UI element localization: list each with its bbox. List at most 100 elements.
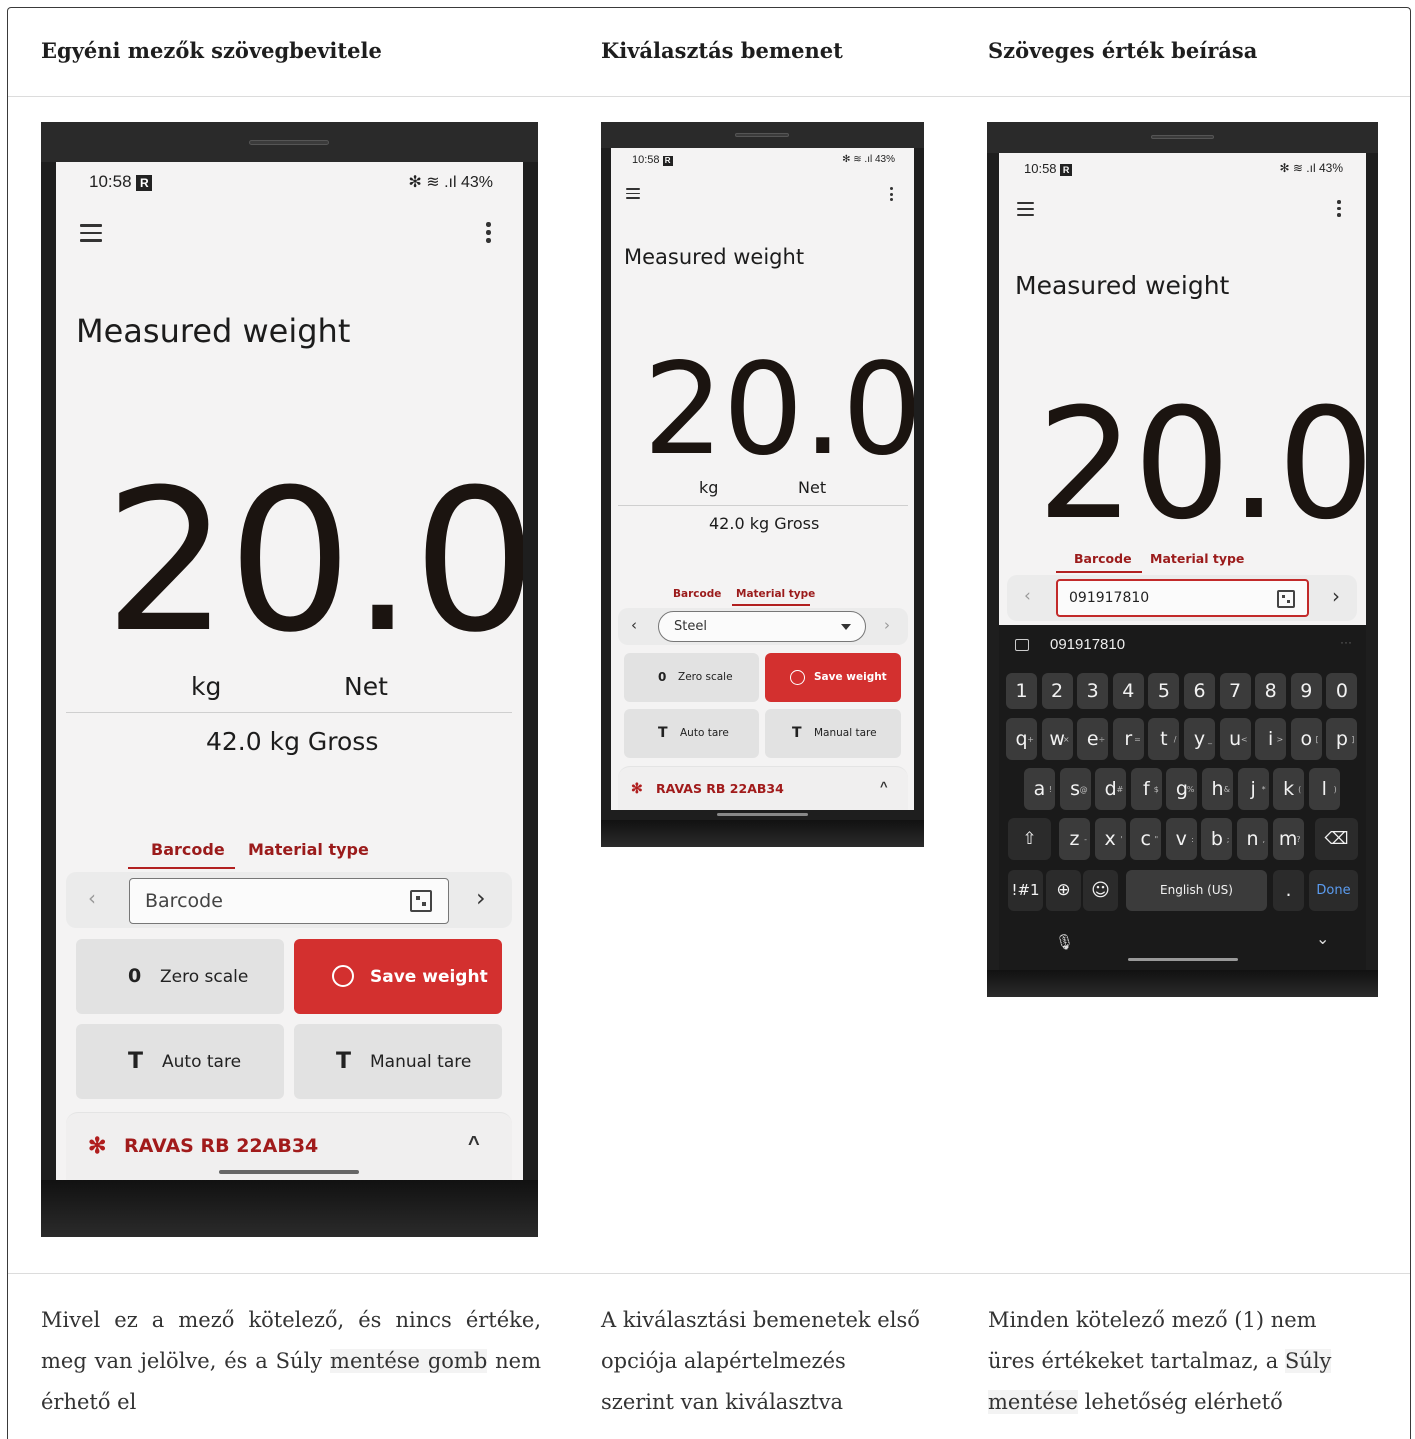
page-title: Measured weight <box>76 312 351 350</box>
backspace-icon[interactable]: ⌫ <box>1315 818 1358 860</box>
manual-tare-button[interactable]: T Manual tare <box>294 1024 502 1099</box>
letter-key-b[interactable]: b; <box>1201 818 1233 860</box>
letter-key-t[interactable]: t / <box>1148 718 1180 760</box>
letter-key-y[interactable]: y _ <box>1184 718 1215 760</box>
shift-key[interactable]: ⇧ <box>1008 818 1051 860</box>
chevron-left-icon[interactable]: ‹ <box>88 886 96 910</box>
letter-key-e[interactable]: e ÷ <box>1077 718 1109 760</box>
letter-key-a[interactable]: a! <box>1024 768 1055 810</box>
number-key-9[interactable]: 9 <box>1290 673 1322 709</box>
letter-key-l[interactable]: l) <box>1308 768 1340 810</box>
chevron-right-icon[interactable]: › <box>884 616 890 634</box>
number-key-7[interactable]: 7 <box>1219 673 1251 709</box>
letter-key-r[interactable]: r = <box>1112 718 1144 760</box>
add-circle-icon <box>332 965 354 987</box>
number-key-4[interactable]: 4 <box>1112 673 1144 709</box>
save-weight-label: Save weight <box>370 967 488 987</box>
status-icons: ✻ ≋ .ıl 43% <box>1279 161 1343 175</box>
save-weight-button[interactable]: Save weight <box>294 939 502 1014</box>
letter-key-c[interactable]: c " <box>1130 818 1162 860</box>
save-weight-button[interactable]: Save weight <box>765 653 901 702</box>
chevron-left-icon[interactable]: ‹ <box>1024 586 1031 606</box>
number-key-8[interactable]: 8 <box>1255 673 1287 709</box>
letter-key-d[interactable]: d # <box>1095 768 1127 810</box>
status-time: 10:58 <box>1024 161 1057 176</box>
more-options-icon[interactable] <box>1337 200 1341 217</box>
period-key[interactable]: . <box>1273 870 1304 911</box>
weight-mode: Net <box>344 672 388 701</box>
device-connection-bar[interactable]: ✻ RAVAS RB 22AB34 ^ <box>618 766 908 810</box>
menu-icon[interactable] <box>80 224 102 242</box>
microphone-icon[interactable]: 🎙 <box>1055 933 1074 951</box>
letter-key-p[interactable]: p] <box>1326 718 1358 760</box>
save-weight-label: Save weight <box>814 671 887 683</box>
r-app-icon: R <box>1060 164 1073 176</box>
letter-key-m[interactable]: m? <box>1272 818 1304 860</box>
hide-keyboard-icon[interactable]: ⌄ <box>1316 929 1329 949</box>
header-divider <box>8 96 1410 97</box>
tab-barcode[interactable]: Barcode <box>673 588 721 600</box>
letter-key-q[interactable]: q + <box>1006 718 1037 760</box>
chevron-up-icon[interactable]: ^ <box>880 779 888 794</box>
barcode-input[interactable]: 091917810 <box>1056 579 1309 617</box>
material-select[interactable]: Steel <box>658 611 866 642</box>
letter-key-i[interactable]: i > <box>1255 718 1287 760</box>
barcode-input[interactable]: Barcode <box>129 878 449 924</box>
number-key-1[interactable]: 1 <box>1006 673 1037 709</box>
letter-key-o[interactable]: o[ <box>1290 718 1322 760</box>
more-suggestions-icon[interactable]: ··· <box>1340 635 1352 649</box>
letter-key-u[interactable]: u < <box>1219 718 1251 760</box>
chevron-right-icon[interactable]: › <box>476 884 486 912</box>
zero-icon: 0 <box>128 965 142 987</box>
chevron-up-icon[interactable]: ^ <box>468 1133 480 1156</box>
tab-material-type[interactable]: Material type <box>736 588 815 600</box>
tab-material-type[interactable]: Material type <box>1150 551 1244 566</box>
number-key-0[interactable]: 0 <box>1326 673 1358 709</box>
more-options-icon[interactable] <box>486 222 491 243</box>
tab-material-type[interactable]: Material type <box>248 840 369 859</box>
tab-barcode[interactable]: Barcode <box>151 840 225 859</box>
number-key-6[interactable]: 6 <box>1184 673 1215 709</box>
clipboard-icon[interactable] <box>1015 639 1029 651</box>
menu-icon[interactable] <box>1017 202 1034 216</box>
menu-icon[interactable] <box>626 188 640 199</box>
zero-scale-button[interactable]: 0 Zero scale <box>624 653 759 702</box>
manual-tare-button[interactable]: T Manual tare <box>765 709 901 758</box>
keyboard-suggestion[interactable]: 091917810 <box>1050 636 1125 653</box>
number-key-3[interactable]: 3 <box>1077 673 1109 709</box>
letter-key-x[interactable]: x ' <box>1094 818 1126 860</box>
chevron-right-icon[interactable]: › <box>1332 584 1340 608</box>
emoji-icon[interactable]: ☺ <box>1083 870 1118 911</box>
done-key[interactable]: Done <box>1309 870 1358 911</box>
letter-key-j[interactable]: j * <box>1237 768 1269 810</box>
letter-key-f[interactable]: f $ <box>1130 768 1162 810</box>
symbols-key[interactable]: !#1 <box>1008 870 1043 911</box>
tab-barcode[interactable]: Barcode <box>1074 551 1132 566</box>
letter-key-g[interactable]: g% <box>1166 768 1198 810</box>
number-key-5[interactable]: 5 <box>1148 673 1180 709</box>
weight-divider <box>618 505 908 506</box>
qr-scan-icon[interactable] <box>410 890 432 912</box>
qr-scan-icon[interactable] <box>1277 590 1295 608</box>
letter-key-s[interactable]: s @ <box>1059 768 1091 810</box>
space-key[interactable]: English (US) <box>1126 870 1267 911</box>
globe-icon[interactable]: ⊕ <box>1046 870 1081 911</box>
r-app-icon: R <box>136 175 153 191</box>
page-title: Measured weight <box>624 245 805 269</box>
letter-key-z[interactable]: z- <box>1059 818 1090 860</box>
number-key-2[interactable]: 2 <box>1041 673 1073 709</box>
letter-key-w[interactable]: w × <box>1041 718 1073 760</box>
auto-tare-button[interactable]: T Auto tare <box>624 709 759 758</box>
zero-scale-button[interactable]: 0 Zero scale <box>76 939 284 1014</box>
more-options-icon[interactable] <box>890 187 893 201</box>
letter-key-k[interactable]: k( <box>1273 768 1305 810</box>
phone-screenshot-barcode-empty: 10:58 R ✻ ≋ .ıl 43% Measured weight 20.0… <box>41 122 538 1237</box>
chevron-left-icon[interactable]: ‹ <box>631 616 637 634</box>
manual-tare-label: Manual tare <box>814 727 877 739</box>
letter-key-n[interactable]: n, <box>1237 818 1268 860</box>
letter-key-h[interactable]: h & <box>1202 768 1233 810</box>
auto-tare-button[interactable]: T Auto tare <box>76 1024 284 1099</box>
app-screen: 10:58 R ✻ ≋ .ıl 43% Measured weight 20.0… <box>999 153 1366 625</box>
input-carousel: ‹ Barcode › <box>66 872 512 928</box>
letter-key-v[interactable]: v: <box>1165 818 1197 860</box>
